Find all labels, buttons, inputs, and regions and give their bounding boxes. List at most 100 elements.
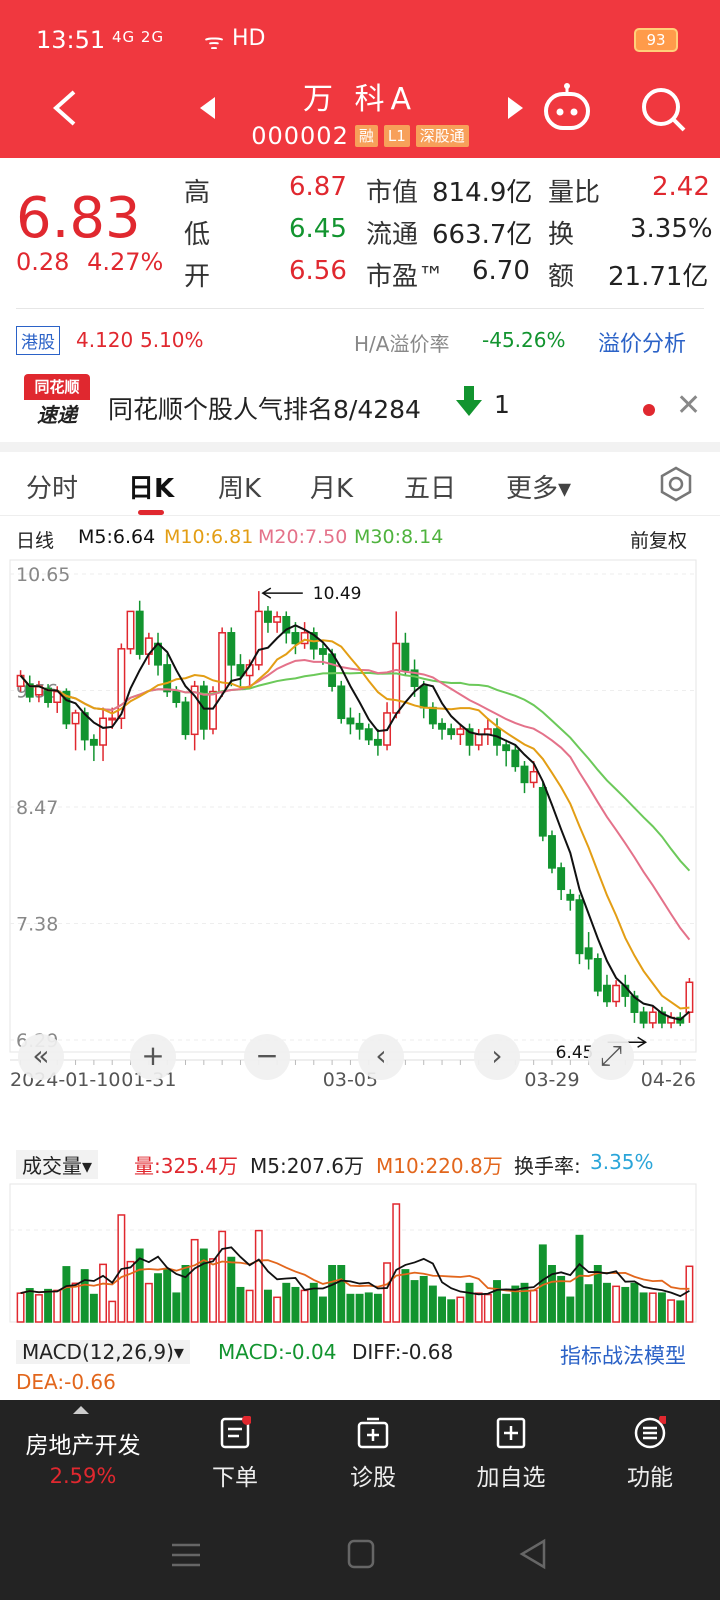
volume-bar xyxy=(657,1292,666,1323)
volume-bar xyxy=(401,1269,410,1323)
sector-button[interactable]: 房地产开发 2.59% xyxy=(0,1400,166,1512)
zoom-fast-back-icon[interactable]: « xyxy=(18,1034,64,1080)
premium-analysis-link[interactable]: 溢价分析 xyxy=(598,326,686,358)
candle-body xyxy=(428,706,437,725)
hk-tag: 港股 xyxy=(16,326,60,355)
kline-chart-area[interactable]: 10.659.568.477.386.2910.496.452024-01-10… xyxy=(0,552,720,1092)
candle-body xyxy=(401,642,410,671)
tab-more[interactable]: 更多▾ xyxy=(506,468,571,505)
robot-assistant-icon[interactable] xyxy=(540,82,594,134)
popularity-news[interactable]: 同花顺 速递 同花顺个股人气排名8/4284 1 xyxy=(0,368,720,442)
recents-icon[interactable] xyxy=(170,1540,202,1570)
chevron-up-icon xyxy=(73,1406,89,1414)
volume-bar xyxy=(676,1300,685,1323)
candle-body xyxy=(575,899,584,955)
volume-bar xyxy=(300,1289,309,1323)
function-button[interactable]: 功能 xyxy=(580,1400,720,1512)
home-icon[interactable] xyxy=(346,1538,376,1570)
add-watchlist-button[interactable]: 加自选 xyxy=(442,1400,580,1512)
zoom-in-icon[interactable]: + xyxy=(130,1034,176,1080)
candle-body xyxy=(557,867,566,891)
candle-body xyxy=(364,728,373,741)
diagnose-button[interactable]: 诊股 xyxy=(304,1400,442,1512)
volume-bar xyxy=(428,1285,437,1323)
search-icon[interactable] xyxy=(638,84,688,134)
candle-body xyxy=(529,770,538,784)
low-value: 6.45 xyxy=(289,214,347,244)
candle-body xyxy=(502,744,511,752)
amount-value: 21.71亿 xyxy=(608,262,709,292)
volume-bar xyxy=(89,1293,98,1323)
candle-body xyxy=(511,749,520,768)
low-label: 低 xyxy=(184,220,211,250)
candle-body xyxy=(373,738,382,746)
volume-bar xyxy=(25,1288,34,1323)
candle-body xyxy=(548,835,556,869)
fullscreen-icon[interactable]: ⤢ xyxy=(588,1034,634,1080)
stock-title: 万 科A 000002 融 L1 深股通 xyxy=(200,74,520,150)
volume-bar xyxy=(154,1273,162,1323)
volume-bar xyxy=(502,1293,511,1323)
volume-bar xyxy=(557,1275,566,1323)
signal-icon: 4G 2G xyxy=(112,28,165,46)
float-label: 流通 xyxy=(366,220,419,250)
chevron-left-icon[interactable]: ‹ xyxy=(358,1034,404,1080)
volume-bar xyxy=(474,1292,483,1323)
macd-indicator-select[interactable]: MACD(12,26,9)▾ xyxy=(16,1340,190,1364)
zoom-out-icon[interactable]: − xyxy=(244,1034,290,1080)
candle-body xyxy=(474,733,483,746)
tab-monthly[interactable]: 月K xyxy=(310,468,353,505)
tab-five-day[interactable]: 五日 xyxy=(404,468,456,505)
volume-bar xyxy=(236,1286,245,1323)
candle-body xyxy=(172,690,181,704)
tab-intraday[interactable]: 分时 xyxy=(26,468,78,505)
volume-indicator-select[interactable]: 成交量▾ xyxy=(16,1150,99,1179)
volratio-value: 2.42 xyxy=(652,172,710,202)
float-value: 663.7亿 xyxy=(432,220,533,250)
hk-share-row[interactable]: 港股 4.120 5.10% H/A溢价率 -45.26% 溢价分析 xyxy=(0,316,720,364)
candle-body xyxy=(135,610,144,655)
chevron-right-icon[interactable]: › xyxy=(474,1034,520,1080)
adjust-mode[interactable]: 前复权 xyxy=(630,526,687,553)
order-button[interactable]: 下单 xyxy=(166,1400,304,1512)
candle-body xyxy=(99,717,107,746)
ma10-value: M10:6.81 xyxy=(164,526,254,548)
volume-bar xyxy=(465,1282,474,1323)
tab-daily[interactable]: 日K xyxy=(128,468,174,505)
candle-body xyxy=(566,893,575,901)
volume-bar xyxy=(373,1293,382,1323)
strategy-model-link[interactable]: 指标战法模型 xyxy=(560,1340,686,1370)
volume-bar xyxy=(80,1269,89,1323)
volume-bar xyxy=(456,1296,465,1323)
tab-weekly[interactable]: 周K xyxy=(218,468,261,505)
premium-label: H/A溢价率 xyxy=(354,332,450,356)
candle-body xyxy=(227,632,236,666)
volume-bar xyxy=(603,1282,611,1323)
stock-code: 000002 xyxy=(251,122,349,150)
candle-body xyxy=(291,632,300,645)
volume-bar xyxy=(392,1203,401,1323)
volume-legend: 成交量▾ 量:325.4万 M5:207.6万 M10:220.8万 换手率: … xyxy=(0,1146,720,1180)
chart-frame xyxy=(9,559,697,1053)
candle-body xyxy=(593,958,602,992)
candle-body xyxy=(648,1011,657,1024)
diagnose-icon xyxy=(357,1417,389,1449)
volume-bar xyxy=(438,1296,446,1323)
volume-bar xyxy=(483,1293,492,1323)
back-icon[interactable] xyxy=(518,1538,548,1570)
volume-bar xyxy=(16,1292,25,1323)
active-tab-indicator xyxy=(138,510,164,515)
volume-bar xyxy=(209,1258,217,1323)
settings-icon[interactable] xyxy=(658,466,694,502)
back-arrow-icon[interactable] xyxy=(46,88,82,128)
add-icon xyxy=(496,1417,526,1449)
volume-bar xyxy=(62,1266,71,1323)
candle-body xyxy=(71,712,80,725)
close-icon[interactable]: ✕ xyxy=(676,388,701,423)
volume-bar xyxy=(254,1229,263,1323)
volume-bar xyxy=(71,1282,80,1323)
open-label: 开 xyxy=(184,262,211,292)
volume-bar xyxy=(529,1289,538,1323)
diagnose-label: 诊股 xyxy=(350,1465,396,1491)
volume-bar xyxy=(34,1294,43,1323)
